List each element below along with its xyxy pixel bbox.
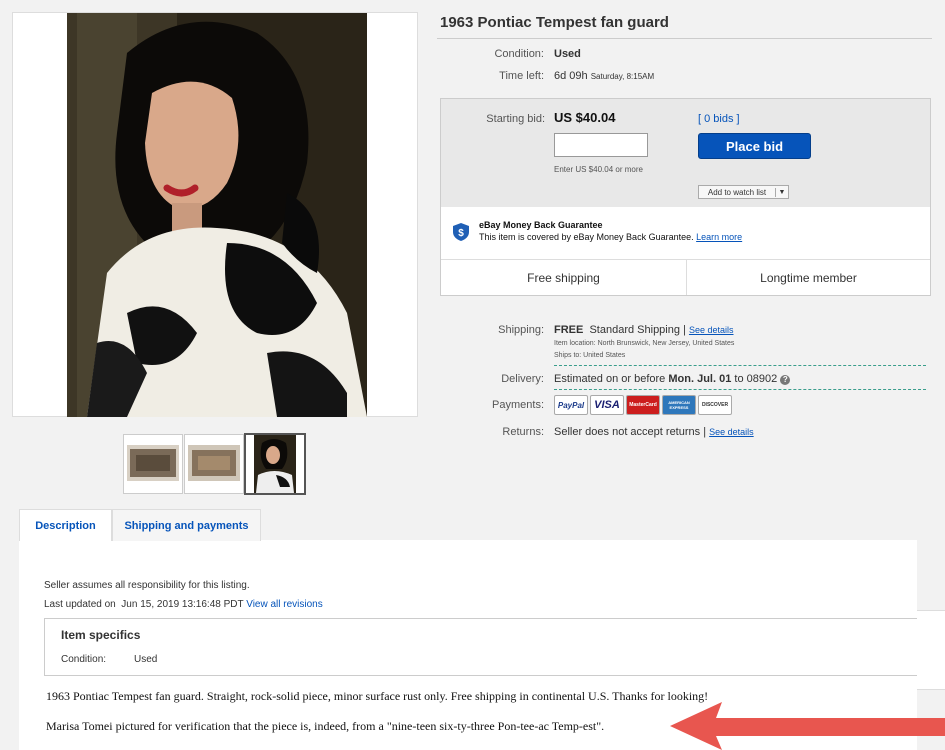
condition-value: Used [554, 48, 581, 60]
delivery-value: Estimated on or before Mon. Jul. 01 to 0… [554, 373, 791, 385]
delivery-prefix: Estimated on or before [554, 373, 666, 385]
last-updated: Last updated on Jun 15, 2019 13:16:48 PD… [44, 599, 323, 610]
returns-label: Returns: [502, 426, 544, 438]
seller-responsibility: Seller assumes all responsibility for th… [44, 580, 250, 591]
last-updated-value: Jun 15, 2019 13:16:48 PDT [121, 599, 244, 610]
description-paragraph-1: 1963 Pontiac Tempest fan guard. Straight… [46, 689, 709, 703]
free-shipping-highlight: Free shipping [441, 260, 687, 295]
portrait-illustration [67, 13, 367, 417]
discover-logo: DISCOVER [698, 395, 732, 415]
help-icon[interactable]: ? [780, 375, 791, 385]
title-divider [437, 38, 932, 39]
item-specifics-title: Item specifics [61, 628, 141, 642]
returns-text: Seller does not accept returns [554, 426, 701, 438]
bids-link[interactable]: [ 0 bids ] [698, 113, 740, 125]
fan-guard-thumbnail [188, 445, 240, 481]
shipping-details-link[interactable]: See details [689, 325, 734, 335]
thumbnail-2[interactable] [184, 434, 244, 494]
portrait-thumbnail [254, 435, 296, 493]
starting-bid-label: Starting bid: [486, 113, 545, 125]
add-to-watch-list-button[interactable]: Add to watch list ▼ [698, 185, 789, 199]
longtime-member-highlight: Longtime member [760, 270, 857, 285]
red-arrow-annotation [670, 702, 945, 750]
panel-edge [917, 610, 945, 690]
returns-separator: | [703, 426, 707, 438]
guarantee-text-line: This item is covered by eBay Money Back … [479, 232, 742, 242]
item-specifics-box: Item specifics Condition: Used [44, 618, 917, 676]
starting-bid-value: US $40.04 [554, 110, 616, 125]
delivery-date: Mon. Jul. 01 [668, 373, 732, 385]
thumbnail-1[interactable] [123, 434, 183, 494]
shipping-method: Standard Shipping [589, 324, 680, 336]
amex-logo: AMERICAN EXPRESS [662, 395, 696, 415]
place-bid-button[interactable]: Place bid [698, 133, 811, 159]
bid-amount-input[interactable] [554, 133, 648, 157]
listing-title: 1963 Pontiac Tempest fan guard [440, 14, 669, 31]
shipping-value: FREE Standard Shipping | See details [554, 324, 734, 336]
view-revisions-link[interactable]: View all revisions [246, 599, 323, 610]
main-photo[interactable] [67, 13, 367, 417]
svg-text:$: $ [458, 228, 464, 239]
description-paragraph-2: Marisa Tomei pictured for verification t… [46, 719, 605, 733]
specifics-condition-label: Condition: [61, 654, 107, 665]
shipping-divider [554, 365, 926, 366]
guarantee-text: This item is covered by eBay Money Back … [479, 232, 694, 242]
chevron-down-icon[interactable]: ▼ [776, 189, 788, 196]
fan-guard-thumbnail [127, 445, 179, 481]
tab-shipping-and-payments[interactable]: Shipping and payments [112, 509, 261, 541]
main-image-frame[interactable] [12, 12, 418, 417]
time-left-detail: Saturday, 8:15AM [590, 72, 655, 81]
shipping-label: Shipping: [498, 324, 544, 336]
returns-details-link[interactable]: See details [709, 427, 754, 437]
ships-to: Ships to: United States [554, 352, 626, 359]
bid-box: Starting bid: US $40.04 [ 0 bids ] Place… [440, 98, 931, 296]
shield-dollar-icon: $ [453, 223, 469, 241]
delivery-divider [554, 389, 926, 390]
last-updated-label: Last updated on [44, 599, 116, 610]
visa-logo: VISA [590, 395, 624, 415]
delivery-suffix: to 08902 [734, 373, 778, 385]
returns-value: Seller does not accept returns | See det… [554, 426, 754, 438]
shipping-free: FREE [554, 324, 584, 336]
time-left-remaining: 6d 09h [554, 70, 588, 82]
paypal-logo: PayPal [554, 395, 588, 415]
specifics-condition-value: Used [134, 654, 158, 665]
money-back-guarantee: $ eBay Money Back Guarantee This item is… [441, 207, 930, 260]
time-left-value: 6d 09h Saturday, 8:15AM [554, 70, 654, 82]
delivery-label: Delivery: [501, 373, 544, 385]
condition-label: Condition: [494, 48, 544, 60]
bid-hint: Enter US $40.04 or more [554, 165, 643, 174]
guarantee-title: eBay Money Back Guarantee [479, 220, 603, 230]
mastercard-logo: MasterCard [626, 395, 660, 415]
tab-description[interactable]: Description [19, 509, 112, 541]
watch-list-label: Add to watch list [699, 187, 776, 197]
item-location: Item location: North Brunswick, New Jers… [554, 340, 735, 347]
thumbnail-3[interactable] [244, 433, 306, 495]
time-left-label: Time left: [499, 70, 544, 82]
learn-more-link[interactable]: Learn more [696, 232, 742, 242]
payments-label: Payments: [492, 399, 544, 411]
bid-panel: Starting bid: US $40.04 [ 0 bids ] Place… [441, 99, 930, 207]
shipping-separator: | [683, 324, 686, 336]
